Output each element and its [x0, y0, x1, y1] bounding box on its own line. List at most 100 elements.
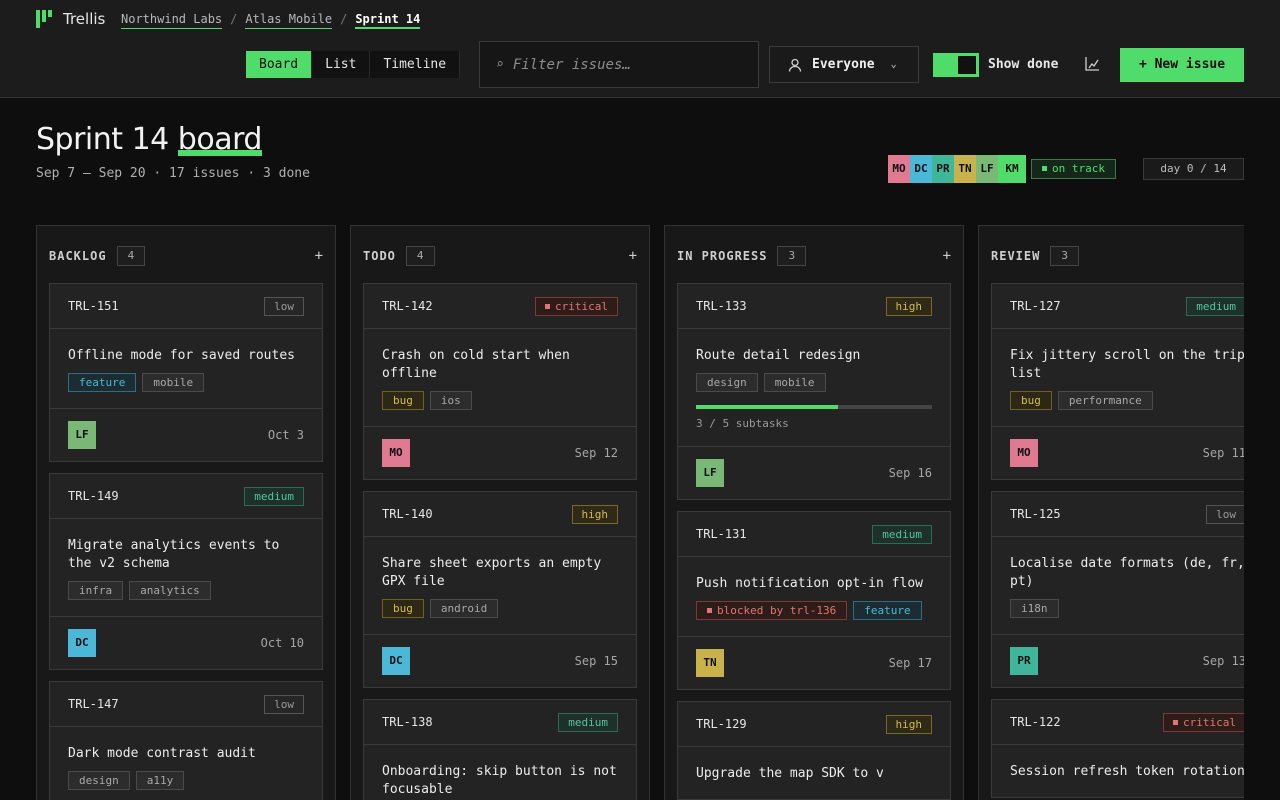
tag[interactable]: a11y [135, 771, 185, 790]
issue-card[interactable]: TRL-129 high Upgrade the map SDK to v [677, 701, 951, 800]
column-header: TODO 4 + [363, 246, 637, 266]
assignee-avatar[interactable]: DC [382, 647, 410, 675]
tab-list[interactable]: List [312, 51, 371, 78]
card-header: TRL-125 low [992, 492, 1244, 537]
issue-id: TRL-140 [382, 507, 433, 521]
due-date: Oct 3 [267, 428, 304, 442]
search-icon: ⌕ [496, 57, 504, 72]
filter-input[interactable] [512, 56, 743, 73]
user-icon [788, 58, 802, 72]
tag[interactable]: android [429, 599, 499, 618]
tab-timeline[interactable]: Timeline [370, 51, 461, 78]
assignee-avatar[interactable]: LF [696, 459, 724, 487]
issue-card[interactable]: TRL-138 medium Onboarding: skip button is … [363, 699, 637, 800]
status-badge: on track [1031, 159, 1116, 179]
assignee-avatar[interactable]: PR [1010, 647, 1038, 675]
issue-id: TRL-133 [696, 299, 747, 313]
kanban-board: BACKLOG 4 + TRL-151 low Offline mode for save… [36, 225, 1244, 800]
issue-card[interactable]: TRL-142 critical Crash on cold start when … [363, 283, 637, 480]
avatar[interactable]: LF [976, 155, 998, 183]
issue-title: Session refresh token rotation [1010, 764, 1244, 779]
avatar[interactable]: DC [910, 155, 932, 183]
issue-card[interactable]: TRL-149 medium Migrate analytics events to… [49, 473, 323, 670]
issue-id: TRL-129 [696, 717, 747, 731]
tab-board[interactable]: Board [246, 51, 313, 78]
priority-badge: high [885, 714, 932, 734]
issue-card[interactable]: TRL-133 high Route detail redesign design mo… [677, 283, 951, 500]
avatar[interactable]: TN [954, 155, 976, 183]
add-card-icon[interactable]: + [315, 248, 323, 264]
avatar[interactable]: PR [932, 155, 954, 183]
breadcrumb-sprint[interactable]: Sprint 14 [355, 12, 421, 29]
card-footer: DC Oct 10 [50, 616, 322, 669]
due-date: Sep 16 [888, 466, 932, 480]
assignee-dropdown[interactable]: Everyone ⌄ [769, 46, 919, 83]
priority-badge: critical [535, 296, 618, 316]
issue-title: Dark mode contrast audit [68, 746, 256, 761]
tag[interactable]: ios [429, 391, 472, 410]
status-text: on track [1052, 162, 1105, 175]
show-done-toggle[interactable] [933, 53, 979, 77]
tag[interactable]: performance [1057, 391, 1153, 410]
issue-title: Onboarding: skip button is not focusable [382, 764, 617, 797]
tag-list: bug performance [1010, 391, 1244, 410]
assignee-avatar[interactable]: LF [68, 421, 96, 449]
tag[interactable]: i18n [1010, 599, 1059, 618]
column-header: BACKLOG 4 + [49, 246, 323, 266]
issue-card[interactable]: TRL-127 medium Fix jittery scroll on the t… [991, 283, 1244, 480]
tag[interactable]: infra [68, 581, 124, 600]
assignee-dropdown-label: Everyone [812, 57, 875, 72]
avatar[interactable]: KM [998, 155, 1026, 183]
tag[interactable]: bug [382, 599, 424, 618]
avatar[interactable]: MO [888, 155, 910, 183]
issue-card[interactable]: TRL-122 critical Session refresh token rot… [991, 699, 1244, 798]
issue-title: Fix jittery scroll on the trip list [1010, 348, 1244, 381]
card-footer: TN Sep 17 [678, 636, 950, 689]
tag[interactable]: mobile [142, 373, 205, 392]
issue-id: TRL-149 [68, 489, 119, 503]
due-date: Sep 11 [1202, 446, 1244, 460]
issue-id: TRL-142 [382, 299, 433, 313]
column-name: BACKLOG [49, 249, 107, 263]
chart-icon[interactable] [1084, 56, 1100, 72]
tag[interactable]: design [696, 373, 758, 392]
priority-badge: critical [1163, 712, 1244, 732]
issue-id: TRL-131 [696, 527, 747, 541]
tag[interactable]: feature [853, 601, 922, 620]
issue-card[interactable]: TRL-125 low Localise date formats (de, fr,… [991, 491, 1244, 688]
assignee-avatar[interactable]: MO [1010, 439, 1038, 467]
tag-list: design mobile [696, 373, 932, 392]
progress-fill [696, 405, 838, 409]
due-date: Oct 10 [260, 636, 304, 650]
issue-card[interactable]: TRL-131 medium Push notification opt-in fl… [677, 511, 951, 690]
tag[interactable]: blocked by trl-136 [696, 601, 848, 620]
priority-badge: low [264, 296, 304, 316]
add-card-icon[interactable]: + [943, 248, 951, 264]
tag[interactable]: bug [382, 391, 424, 410]
issue-card[interactable]: TRL-147 low Dark mode contrast audit design… [49, 681, 323, 800]
card-list: TRL-127 medium Fix jittery scroll on the t… [991, 283, 1244, 800]
tag[interactable]: feature [68, 373, 137, 392]
tag-list: i18n [1010, 599, 1244, 618]
add-card-icon[interactable]: + [629, 248, 637, 264]
assignee-avatar[interactable]: TN [696, 649, 724, 677]
card-body: Upgrade the map SDK to v [678, 747, 950, 799]
priority-badge: low [264, 694, 304, 714]
chevron-down-icon: ⌄ [890, 59, 897, 70]
page-title-highlight: board [177, 122, 263, 157]
tag[interactable]: mobile [763, 373, 826, 392]
tag[interactable]: analytics [129, 581, 211, 600]
card-header: TRL-138 medium [364, 700, 636, 745]
tag[interactable]: bug [1010, 391, 1052, 410]
priority-badge: low [1206, 504, 1244, 524]
breadcrumb-project[interactable]: Atlas Mobile [245, 12, 333, 29]
brand[interactable]: Trellis [36, 10, 105, 28]
due-date: Sep 12 [574, 446, 618, 460]
assignee-avatar[interactable]: MO [382, 439, 410, 467]
issue-card[interactable]: TRL-151 low Offline mode for saved routes f… [49, 283, 323, 462]
assignee-avatar[interactable]: DC [68, 629, 96, 657]
breadcrumb-org[interactable]: Northwind Labs [121, 12, 223, 29]
issue-card[interactable]: TRL-140 high Share sheet exports an empty … [363, 491, 637, 688]
tag[interactable]: design [68, 771, 130, 790]
new-issue-button[interactable]: + New issue [1120, 48, 1244, 82]
